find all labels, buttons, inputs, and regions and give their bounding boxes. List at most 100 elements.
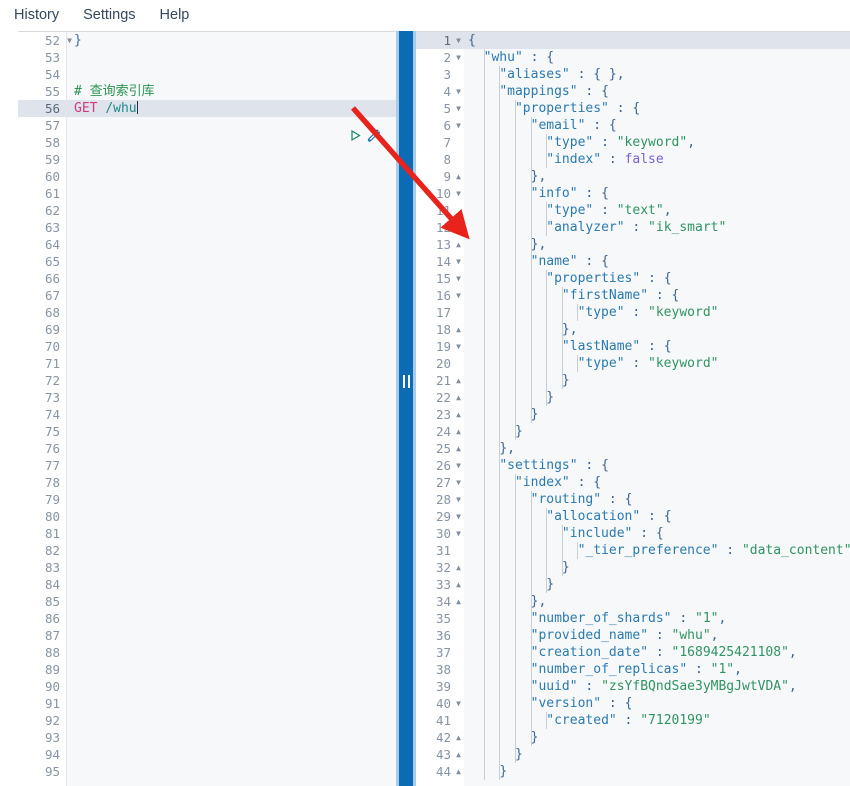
response-code-line[interactable]: "properties" : {: [464, 270, 850, 287]
response-code-line[interactable]: "type" : "keyword": [464, 304, 850, 321]
request-code-line[interactable]: [67, 321, 396, 338]
request-code-line[interactable]: [67, 134, 396, 151]
fold-up-icon[interactable]: ▲: [453, 423, 461, 440]
fold-up-icon[interactable]: ▲: [453, 389, 461, 406]
response-code-line[interactable]: "properties" : {: [464, 100, 850, 117]
fold-up-icon[interactable]: ▲: [453, 576, 461, 593]
response-code-line[interactable]: }: [464, 729, 850, 746]
response-code-line[interactable]: "number_of_replicas" : "1",: [464, 661, 850, 678]
fold-down-icon[interactable]: ▼: [453, 525, 461, 542]
fold-up-icon[interactable]: ▲: [453, 746, 461, 763]
request-code-line[interactable]: [67, 304, 396, 321]
menu-settings[interactable]: Settings: [83, 0, 135, 31]
fold-down-icon[interactable]: ▼: [453, 49, 461, 66]
fold-down-icon[interactable]: ▼: [453, 474, 461, 491]
response-code-line[interactable]: "version" : {: [464, 695, 850, 712]
response-code-line[interactable]: "include" : {: [464, 525, 850, 542]
fold-down-icon[interactable]: ▼: [453, 253, 461, 270]
fold-up-icon[interactable]: ▲: [453, 321, 461, 338]
response-code-line[interactable]: "routing" : {: [464, 491, 850, 508]
request-code-line[interactable]: [67, 508, 396, 525]
request-code-line[interactable]: [67, 270, 396, 287]
request-code-line[interactable]: [67, 763, 396, 780]
response-code-line[interactable]: "allocation" : {: [464, 508, 850, 525]
pane-splitter-handle[interactable]: [399, 371, 413, 391]
fold-down-icon[interactable]: ▼: [453, 270, 461, 287]
response-code-line[interactable]: }: [464, 372, 850, 389]
response-code-line[interactable]: "whu" : {: [464, 49, 850, 66]
request-code-line[interactable]: [67, 610, 396, 627]
request-code-line[interactable]: [67, 219, 396, 236]
response-code-line[interactable]: "info" : {: [464, 185, 850, 202]
request-code-line[interactable]: [67, 712, 396, 729]
response-code-line[interactable]: "number_of_shards" : "1",: [464, 610, 850, 627]
request-code-line[interactable]: GET /whu: [67, 100, 396, 117]
response-code-line[interactable]: }: [464, 423, 850, 440]
fold-down-icon[interactable]: ▼: [453, 508, 461, 525]
fold-up-icon[interactable]: ▲: [453, 763, 461, 780]
request-code-line[interactable]: [67, 695, 396, 712]
fold-up-icon[interactable]: ▲: [453, 168, 461, 185]
request-code-line[interactable]: [67, 372, 396, 389]
fold-up-icon[interactable]: ▲: [453, 559, 461, 576]
request-code-line[interactable]: [67, 644, 396, 661]
response-code-line[interactable]: "created" : "7120199": [464, 712, 850, 729]
fold-up-icon[interactable]: ▲: [453, 372, 461, 389]
response-code-line[interactable]: {: [464, 32, 850, 49]
response-code-line[interactable]: "aliases" : { },: [464, 66, 850, 83]
response-code-line[interactable]: "creation_date" : "1689425421108",: [464, 644, 850, 661]
request-code-line[interactable]: [67, 746, 396, 763]
response-code-line[interactable]: }: [464, 389, 850, 406]
response-code-area[interactable]: { "whu" : { "aliases" : { }, "mappings" …: [464, 32, 850, 786]
response-code-line[interactable]: "lastName" : {: [464, 338, 850, 355]
request-code-line[interactable]: }: [67, 32, 396, 49]
request-code-line[interactable]: [67, 525, 396, 542]
fold-down-icon[interactable]: ▼: [453, 491, 461, 508]
request-code-line[interactable]: [67, 576, 396, 593]
request-code-line[interactable]: [67, 678, 396, 695]
request-code-line[interactable]: [67, 406, 396, 423]
fold-up-icon[interactable]: ▲: [453, 593, 461, 610]
fold-up-icon[interactable]: ▲: [453, 236, 461, 253]
response-code-line[interactable]: "type" : "keyword": [464, 355, 850, 372]
fold-up-icon[interactable]: ▲: [453, 440, 461, 457]
response-code-line[interactable]: "name" : {: [464, 253, 850, 270]
fold-down-icon[interactable]: ▼: [453, 83, 461, 100]
fold-down-icon[interactable]: ▼: [453, 287, 461, 304]
request-code-line[interactable]: [67, 168, 396, 185]
pane-splitter-bar[interactable]: [399, 31, 413, 786]
response-code-line[interactable]: "index" : {: [464, 474, 850, 491]
fold-down-icon[interactable]: ▼: [453, 457, 461, 474]
response-code-line[interactable]: }: [464, 559, 850, 576]
request-code-line[interactable]: [67, 185, 396, 202]
wrench-icon[interactable]: [367, 129, 381, 143]
response-output-pane[interactable]: 1 ▼ 2 ▼ 3 4 ▼ 5 ▼ 6 ▼ 7 8 9 ▲ 10 ▼ 11 12 13 ▲ 14 ▼ 15 ▼ 16 ▼ 17 18 ▲ 1…: [416, 31, 850, 786]
response-code-line[interactable]: }: [464, 406, 850, 423]
response-code-line[interactable]: },: [464, 440, 850, 457]
request-code-line[interactable]: [67, 151, 396, 168]
response-code-line[interactable]: "settings" : {: [464, 457, 850, 474]
request-code-line[interactable]: [67, 542, 396, 559]
response-code-line[interactable]: }: [464, 763, 850, 780]
request-code-line[interactable]: [67, 457, 396, 474]
request-code-line[interactable]: [67, 440, 396, 457]
request-code-line[interactable]: [67, 729, 396, 746]
response-code-line[interactable]: },: [464, 168, 850, 185]
response-code-line[interactable]: "uuid" : "zsYfBQndSae3yMBgJwtVDA",: [464, 678, 850, 695]
request-code-line[interactable]: [67, 49, 396, 66]
request-code-line[interactable]: [67, 491, 396, 508]
request-action-buttons[interactable]: [349, 127, 395, 144]
fold-down-icon[interactable]: ▼: [453, 117, 461, 134]
response-code-line[interactable]: "firstName" : {: [464, 287, 850, 304]
fold-down-icon[interactable]: ▼: [453, 338, 461, 355]
request-code-area[interactable]: } # 查询索引库 GET /whu: [67, 32, 396, 786]
request-code-line[interactable]: [67, 661, 396, 678]
request-code-line[interactable]: [67, 236, 396, 253]
request-code-line[interactable]: [67, 338, 396, 355]
request-editor-pane[interactable]: 52 ▼ 53 54 55 56 57 58 59 60 61 62 63 64 65 66 67 68 69 70 7…: [18, 31, 396, 786]
response-code-line[interactable]: "index" : false: [464, 151, 850, 168]
response-code-line[interactable]: },: [464, 593, 850, 610]
response-code-line[interactable]: }: [464, 576, 850, 593]
menu-help[interactable]: Help: [160, 0, 190, 31]
fold-down-icon[interactable]: ▼: [453, 695, 461, 712]
